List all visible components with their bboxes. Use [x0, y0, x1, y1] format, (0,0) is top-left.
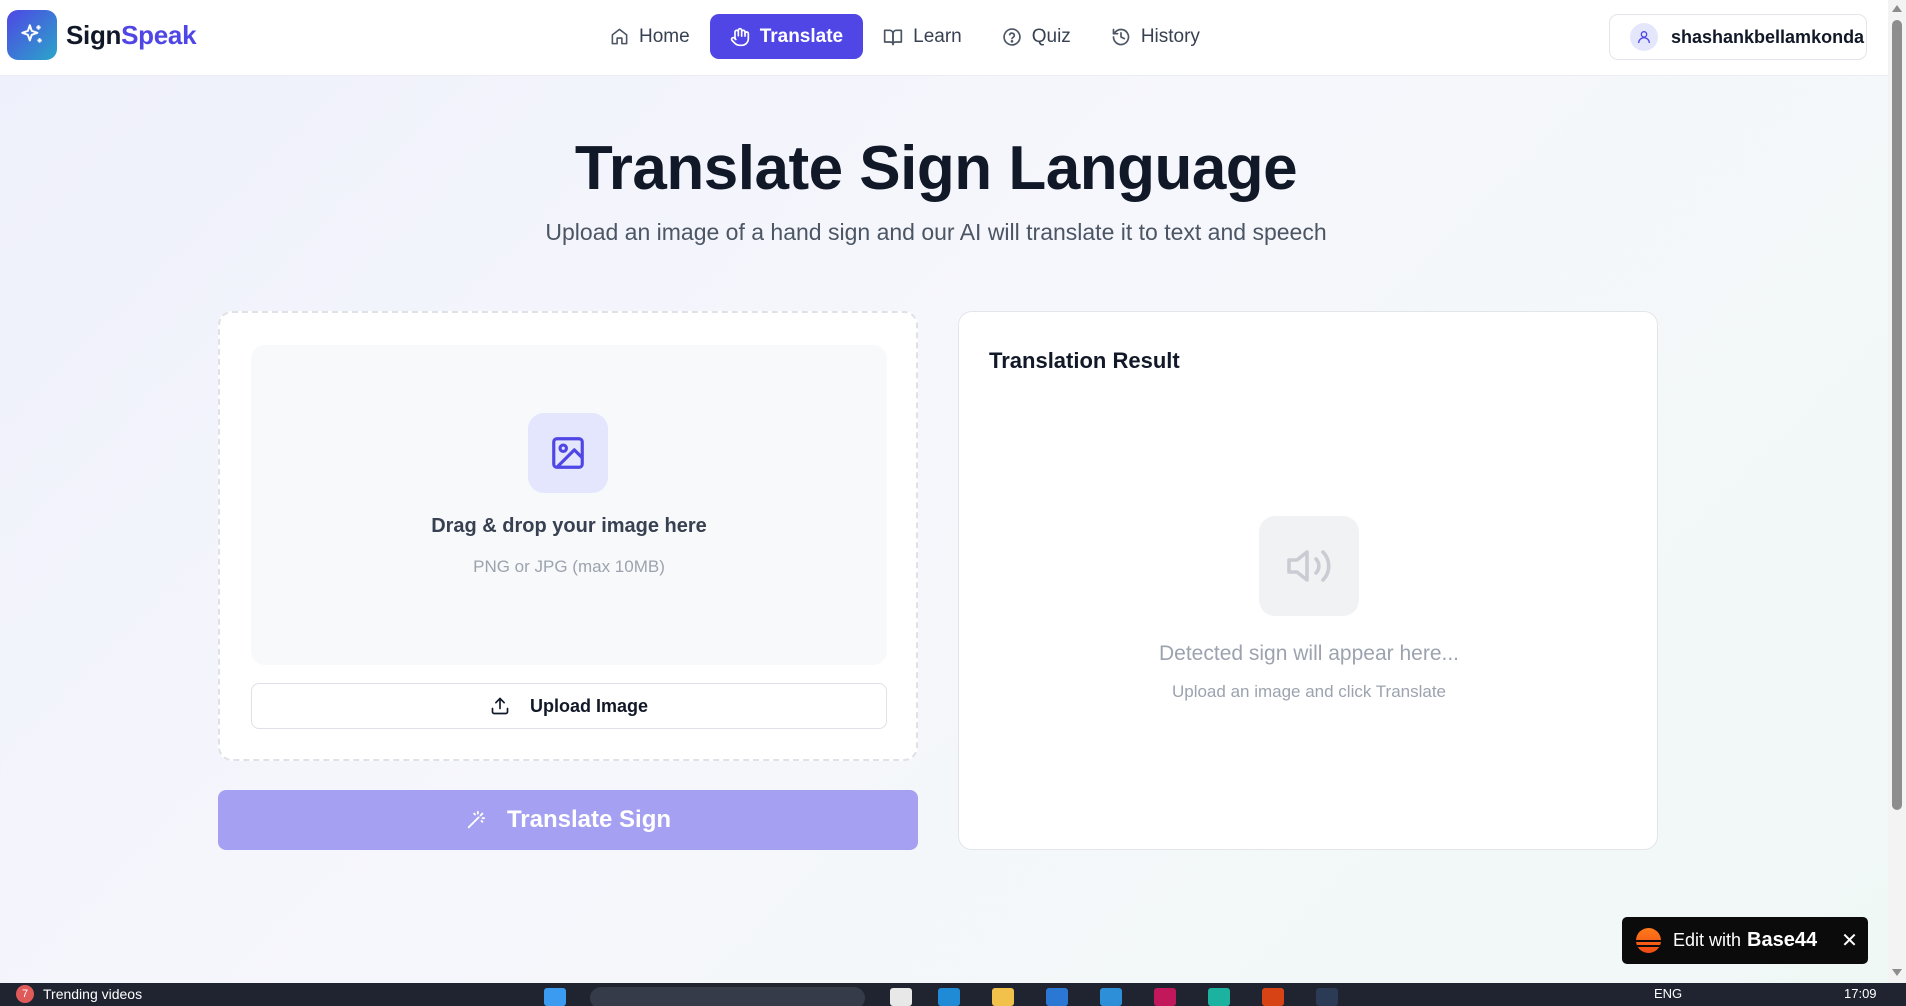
app-icon-chrome[interactable] [1208, 988, 1230, 1006]
result-placeholder: Detected sign will appear here... [1159, 642, 1459, 665]
translate-sign-button[interactable]: Translate Sign [218, 790, 918, 850]
base44-logo-icon [1636, 928, 1661, 953]
news-badge: 7 [16, 985, 34, 1003]
edit-with-base44-button[interactable]: Edit with Base44 ✕ [1622, 917, 1868, 964]
user-menu-button[interactable]: shashankbellamkonda [1609, 14, 1867, 60]
keyboard-language[interactable]: ENG [1654, 986, 1682, 1001]
base44-prefix: Edit with [1673, 930, 1742, 950]
nav-label-translate: Translate [759, 25, 844, 47]
wand-icon [467, 810, 486, 829]
page-title: Translate Sign Language [574, 134, 1298, 203]
clock-time[interactable]: 17:09 [1844, 986, 1877, 1001]
user-icon [1630, 23, 1658, 51]
nav-label-history: History [1140, 25, 1200, 47]
nav-label-quiz: Quiz [1031, 25, 1071, 47]
app-icon-vscode[interactable] [1316, 988, 1338, 1006]
app-icon-office[interactable] [1262, 988, 1284, 1006]
scrollbar-thumb[interactable] [1892, 20, 1902, 810]
translate-button-label: Translate Sign [506, 806, 672, 833]
image-drop-zone[interactable]: Drag & drop your image here PNG or JPG (… [251, 345, 887, 665]
top-navbar: SignSpeak Home Translate Learn Quiz Hist… [0, 0, 1888, 76]
taskbar-search-input[interactable] [590, 987, 865, 1006]
app-icon-edge[interactable] [938, 988, 960, 1006]
nav-item-translate[interactable]: Translate [709, 14, 864, 59]
page-scrollbar[interactable] [1888, 0, 1906, 983]
app-icon-store[interactable] [1100, 988, 1122, 1006]
upload-image-button[interactable]: Upload Image [251, 683, 887, 729]
close-icon[interactable]: ✕ [1841, 928, 1858, 953]
app-icon-media[interactable] [1154, 988, 1176, 1006]
brand-logo-link[interactable]: SignSpeak [7, 10, 197, 60]
nav-item-quiz[interactable]: Quiz [982, 14, 1091, 59]
page-subtitle: Upload an image of a hand sign and our A… [545, 219, 1327, 245]
help-circle-icon [1002, 27, 1021, 46]
main-nav: Home Translate Learn Quiz History [590, 14, 1220, 59]
result-title: Translation Result [989, 348, 1180, 373]
news-widget[interactable]: 7 Trending videos [16, 985, 142, 1003]
nav-label-home: Home [639, 25, 690, 47]
translation-result-card: Translation Result Detected sign will ap… [958, 311, 1658, 850]
upload-icon [491, 697, 509, 715]
app-icon-notes[interactable] [890, 988, 912, 1006]
image-icon [528, 413, 608, 493]
nav-label-learn: Learn [913, 25, 962, 47]
brand-name-part1: Sign [66, 19, 122, 50]
user-name: shashankbellamkonda [1671, 26, 1865, 47]
brand-name-part2: Speak [121, 19, 197, 50]
upload-button-label: Upload Image [529, 695, 649, 716]
app-icon-outlook[interactable] [1046, 988, 1068, 1006]
nav-item-home[interactable]: Home [590, 14, 710, 59]
history-icon [1112, 28, 1130, 45]
home-icon [611, 28, 628, 45]
hand-icon [730, 27, 749, 46]
drop-zone-title: Drag & drop your image here [431, 515, 707, 537]
news-label: Trending videos [43, 986, 143, 1002]
scroll-down-arrow-icon[interactable] [1892, 969, 1902, 976]
nav-item-history[interactable]: History [1091, 14, 1220, 59]
result-hint: Upload an image and click Translate [1171, 682, 1447, 701]
nav-item-learn[interactable]: Learn [863, 14, 982, 59]
book-open-icon [883, 29, 903, 45]
brand-name: SignSpeak [66, 19, 197, 51]
drop-zone-hint: PNG or JPG (max 10MB) [473, 557, 665, 576]
folder-icon[interactable] [992, 988, 1014, 1006]
sparkles-icon [7, 10, 57, 60]
windows-start-icon[interactable] [544, 988, 566, 1006]
upload-card: Drag & drop your image here PNG or JPG (… [218, 311, 918, 761]
scroll-up-arrow-icon[interactable] [1892, 5, 1902, 12]
volume-icon [1259, 516, 1359, 616]
os-taskbar: 7 Trending videos ENG 17:09 [0, 983, 1906, 1006]
base44-brand: Base44 [1747, 929, 1818, 951]
